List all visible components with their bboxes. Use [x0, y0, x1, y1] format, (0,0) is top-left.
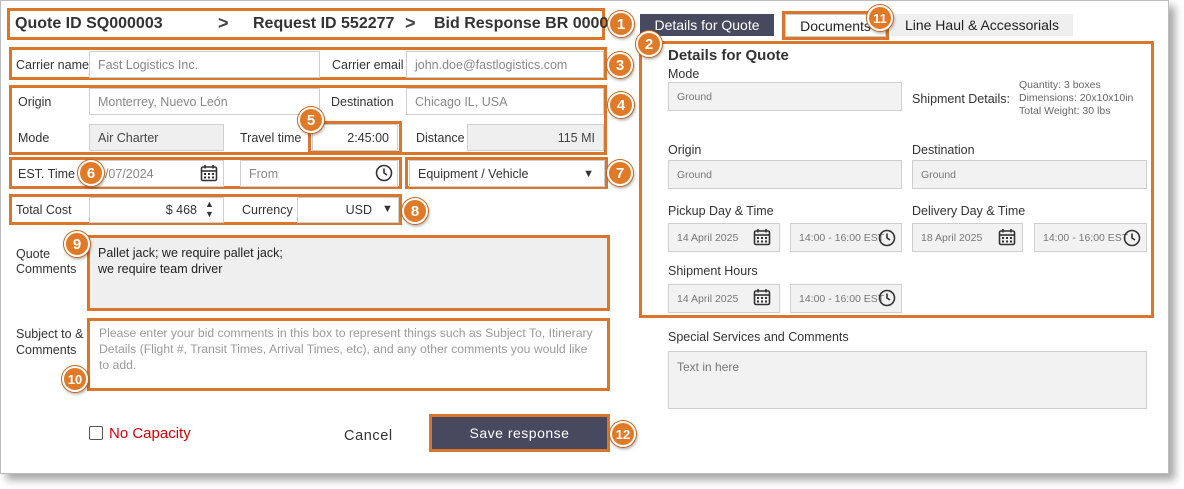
- badge-12: 12: [610, 421, 636, 447]
- carrier-name-label: Carrier name: [16, 58, 89, 72]
- delivery-label: Delivery Day & Time: [912, 204, 1026, 218]
- travel-time-label: Travel time: [240, 131, 302, 145]
- destination-label: Destination: [331, 95, 394, 109]
- carrier-email-field[interactable]: john.doe@fastlogistics.com: [406, 51, 604, 78]
- badge-6: 6: [78, 160, 104, 186]
- chevron-right-icon: >: [405, 13, 416, 33]
- badge-5: 5: [298, 107, 324, 133]
- save-response-button[interactable]: Save response: [432, 417, 607, 449]
- special-services-placeholder: Text in here: [677, 360, 740, 374]
- distance-label: Distance: [416, 131, 465, 145]
- origin-field[interactable]: Monterrey, Nuevo León: [89, 88, 320, 115]
- equipment-vehicle-select[interactable]: Equipment / Vehicle ▼: [409, 160, 605, 187]
- mode-label: Mode: [18, 131, 50, 145]
- badge-11: 11: [867, 5, 893, 31]
- currency-label: Currency: [242, 203, 293, 217]
- stepper-icon[interactable]: ▲ ▼: [205, 199, 214, 219]
- clock-icon[interactable]: [374, 163, 394, 183]
- details-mode-field: Ground: [668, 82, 902, 111]
- total-cost-field[interactable]: $ 468: [89, 197, 224, 223]
- badge-8: 8: [402, 198, 428, 224]
- mode-field: Air Charter: [89, 124, 224, 151]
- badge-9: 9: [64, 231, 90, 257]
- travel-time-field[interactable]: 2:45:00: [312, 124, 398, 151]
- no-capacity-checkbox[interactable]: [89, 426, 103, 440]
- quote-comments-label-1: Quote: [16, 247, 51, 261]
- calendar-icon: [997, 227, 1017, 247]
- clock-icon: [877, 228, 897, 248]
- badge-4: 4: [608, 92, 634, 118]
- chevron-right-icon: >: [218, 13, 229, 33]
- subject-to-placeholder: Please enter your bid comments in this b…: [99, 326, 593, 372]
- details-mode-label: Mode: [668, 67, 700, 81]
- total-cost-value: $ 468: [165, 203, 197, 217]
- subject-to-label-2: Comments: [16, 343, 77, 357]
- distance-field: 115 MI: [467, 124, 604, 151]
- details-destination-label: Destination: [912, 143, 975, 157]
- details-destination-field: Ground: [912, 160, 1147, 189]
- details-origin-field: Ground: [668, 160, 902, 189]
- special-services-label: Special Services and Comments: [668, 330, 849, 344]
- dropdown-arrow-icon: ▼: [583, 167, 594, 180]
- clock-icon: [877, 288, 897, 308]
- details-origin-label: Origin: [668, 143, 702, 157]
- quote-id[interactable]: Quote ID SQ000003: [15, 15, 163, 33]
- currency-value: USD: [345, 203, 372, 217]
- calendar-icon: [752, 227, 772, 247]
- badge-3: 3: [607, 52, 633, 78]
- est-time-label: EST. Time: [18, 167, 75, 181]
- special-services-field: Text in here: [668, 351, 1147, 409]
- total-cost-label: Total Cost: [16, 203, 72, 217]
- shipment-dimensions: Dimensions: 20x10x10in: [1019, 92, 1134, 104]
- badge-2: 2: [636, 31, 662, 57]
- subject-to-label-1: Subject to &: [16, 327, 84, 341]
- clock-icon: [1122, 228, 1142, 248]
- shipment-weight: Total Weight: 30 lbs: [1019, 105, 1111, 117]
- pickup-label: Pickup Day & Time: [668, 204, 774, 218]
- quote-comments-line-1: Pallet jack; we require pallet jack;: [98, 246, 283, 260]
- badge-10: 10: [62, 366, 88, 392]
- carrier-email-label: Carrier email: [332, 58, 404, 72]
- destination-field[interactable]: Chicago IL, USA: [406, 88, 604, 115]
- request-id[interactable]: Request ID 552277: [253, 15, 394, 33]
- no-capacity-label[interactable]: No Capacity: [109, 425, 191, 442]
- quote-comments-line-2: we require team driver: [98, 262, 223, 276]
- shipment-details-label: Shipment Details:: [912, 92, 1010, 106]
- calendar-icon[interactable]: [199, 163, 219, 183]
- badge-1: 1: [608, 11, 634, 37]
- calendar-icon: [752, 287, 772, 307]
- shipment-hours-label: Shipment Hours: [668, 264, 758, 278]
- tab-details-for-quote[interactable]: Details for Quote: [640, 14, 774, 36]
- dropdown-arrow-icon: ▼: [382, 203, 393, 215]
- tab-line-haul-accessorials[interactable]: Line Haul & Accessorials: [891, 14, 1073, 36]
- badge-7: 7: [607, 160, 633, 186]
- details-title: Details for Quote: [668, 47, 789, 64]
- origin-label: Origin: [18, 95, 52, 109]
- shipment-quantity: Quantity: 3 boxes: [1019, 79, 1101, 91]
- quote-comments-label-2: Comments: [16, 262, 77, 276]
- bid-response-id[interactable]: Bid Response BR 00001: [434, 15, 617, 33]
- cancel-button[interactable]: Cancel: [344, 428, 393, 444]
- equipment-vehicle-value: Equipment / Vehicle: [418, 166, 529, 181]
- carrier-name-field[interactable]: Fast Logistics Inc.: [89, 51, 320, 78]
